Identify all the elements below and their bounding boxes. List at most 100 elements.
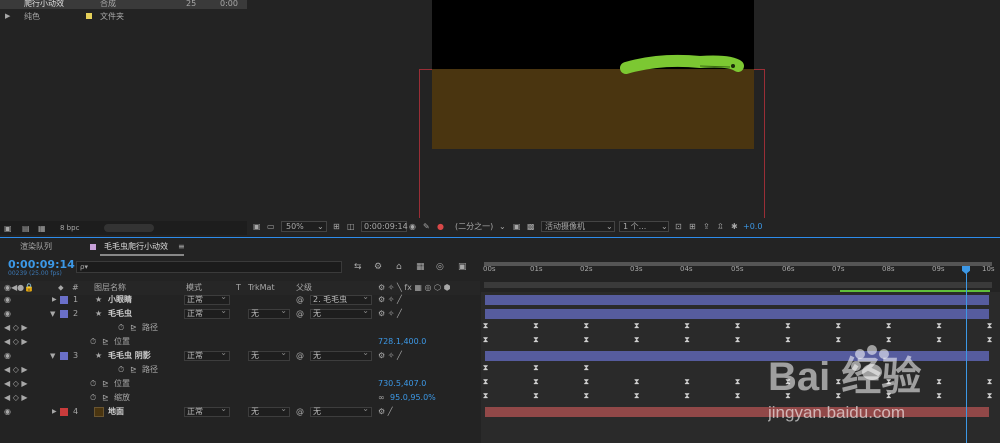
label-color[interactable]	[60, 408, 68, 416]
scale-value[interactable]: 95.0,95.0%	[390, 393, 436, 403]
mask-visibility-icon[interactable]: ◫	[347, 221, 355, 232]
parent-select[interactable]: 2. 毛毛虫	[310, 293, 372, 305]
tab-render-queue[interactable]: 渲染队列	[20, 241, 52, 253]
transparency-grid-icon[interactable]: ▩	[527, 221, 535, 232]
keyframe-nav-icon[interactable]: ◀ ◇ ▶	[4, 379, 28, 389]
interpret-footage-icon[interactable]: ▣	[4, 224, 12, 233]
always-preview-icon[interactable]: ▣	[253, 221, 261, 232]
property-row-position[interactable]: ◀ ◇ ▶ ⏱ ⊵ 位置 730.5,407.0	[0, 377, 480, 391]
keyframe-icon[interactable]: ⧗	[633, 378, 640, 386]
timeline-icon[interactable]: ⊞	[689, 221, 696, 232]
keyframe-nav-icon[interactable]: ◀ ◇ ▶	[4, 337, 28, 347]
keyframe-icon[interactable]: ⧗	[532, 322, 539, 330]
keyframe-icon[interactable]: ⧗	[482, 336, 489, 344]
pickwhip-icon[interactable]: @	[296, 309, 304, 319]
keyframe-icon[interactable]: ⧗	[482, 378, 489, 386]
fast-preview-icon[interactable]: ⊡	[675, 221, 682, 232]
property-row-path[interactable]: ◀ ◇ ▶ ⏱ ⊵ 路径	[0, 321, 480, 335]
expand-arrow-icon[interactable]: ▶	[52, 407, 57, 417]
keyframe-icon[interactable]: ⧗	[684, 322, 691, 330]
stopwatch-icon[interactable]: ⏱	[118, 365, 124, 375]
property-row-scale[interactable]: ◀ ◇ ▶ ⏱ ⊵ 缩放 ∞ 95.0,95.0%	[0, 391, 480, 405]
layer-row-3[interactable]: ◉ ▼ 3 ★ 毛毛虫 阴影 正常 无 @ 无 ⚙ ✧ ╱	[0, 349, 480, 363]
collapse-arrow-icon[interactable]: ▼	[50, 309, 55, 319]
property-row-position[interactable]: ◀ ◇ ▶ ⏱ ⊵ 位置 728.1,400.0	[0, 335, 480, 349]
color-channel-icon[interactable]: ●	[437, 221, 444, 232]
label-color[interactable]	[60, 310, 68, 318]
keyframe-icon[interactable]: ⧗	[532, 392, 539, 400]
trkmat-select[interactable]: 无	[248, 349, 290, 361]
label-color[interactable]	[60, 352, 68, 360]
layer-bar-1[interactable]	[485, 295, 989, 305]
exposure-icon[interactable]: ✱	[731, 221, 738, 232]
layer-name[interactable]: 小眼睛	[108, 295, 132, 305]
trkmat-select[interactable]: 无	[248, 405, 290, 417]
pickwhip-icon[interactable]: @	[296, 351, 304, 361]
comp-mini-flowchart-icon[interactable]: ⇆	[354, 262, 362, 272]
keyframe-icon[interactable]: ⧗	[633, 392, 640, 400]
monitor-icon[interactable]: ▭	[267, 221, 275, 232]
keyframe-icon[interactable]: ⧗	[482, 322, 489, 330]
layer-name-header[interactable]: 图层名称	[94, 283, 126, 293]
mode-select[interactable]: 正常	[184, 405, 230, 417]
pickwhip-icon[interactable]: @	[296, 407, 304, 417]
position-value[interactable]: 730.5,407.0	[378, 379, 426, 389]
resolution-select[interactable]: (二分之一)	[455, 221, 493, 232]
expand-arrow-icon[interactable]: ▶	[5, 11, 10, 22]
new-comp-icon[interactable]: ▦	[38, 224, 46, 233]
region-of-interest-icon[interactable]: ▣	[513, 221, 521, 232]
draft-3d-icon[interactable]: ⚙	[374, 262, 382, 272]
layer-bar-2[interactable]	[485, 309, 989, 319]
layer-name[interactable]: 地面	[108, 407, 124, 417]
keyframe-icon[interactable]: ⧗	[835, 322, 842, 330]
keyframe-icon[interactable]: ⧗	[532, 378, 539, 386]
expand-arrow-icon[interactable]: ▶	[52, 295, 57, 305]
pickwhip-icon[interactable]: @	[296, 295, 304, 305]
keyframe-nav-icon[interactable]: ◀ ◇ ▶	[4, 365, 28, 375]
keyframe-icon[interactable]: ⧗	[684, 336, 691, 344]
shy-icon[interactable]: ⌂	[396, 262, 402, 272]
eye-icon[interactable]: ◉	[4, 407, 11, 417]
layer-switches-icon[interactable]: ⚙ ╱	[378, 407, 393, 417]
keyframe-icon[interactable]: ⧗	[633, 336, 640, 344]
keyframe-icon[interactable]: ⧗	[532, 336, 539, 344]
layer-search-input[interactable]: ρ▾	[76, 261, 342, 273]
keyframe-icon[interactable]: ⧗	[583, 336, 590, 344]
safe-zones-icon[interactable]: ⊞	[333, 221, 340, 232]
keyframe-icon[interactable]: ⧗	[684, 378, 691, 386]
layer-name[interactable]: 毛毛虫	[108, 309, 132, 319]
keyframe-icon[interactable]: ⧗	[784, 322, 791, 330]
mode-select[interactable]: 正常	[184, 349, 230, 361]
keyframe-icon[interactable]: ⧗	[734, 378, 741, 386]
graph-editor-icon[interactable]: ▣	[458, 262, 467, 272]
property-row-path[interactable]: ◀ ◇ ▶ ⏱ ⊵ 路径	[0, 363, 480, 377]
eye-icon[interactable]: ◉	[4, 309, 11, 319]
keyframe-icon[interactable]: ⧗	[583, 322, 590, 330]
layer-switches-icon[interactable]: ⚙ ✧ ╱	[378, 351, 402, 361]
tab-comp[interactable]: 毛毛虫爬行小动效	[104, 241, 168, 253]
keyframe-icon[interactable]: ⧗	[986, 322, 993, 330]
reset-exposure-icon[interactable]: ⇫	[717, 221, 724, 232]
stopwatch-icon[interactable]: ⏱	[90, 393, 96, 403]
keyframe-icon[interactable]: ⧗	[684, 392, 691, 400]
snapshot-icon[interactable]: ◉	[409, 221, 416, 232]
exposure-value[interactable]: +0.0	[743, 221, 762, 232]
keyframe-icon[interactable]: ⧗	[532, 364, 539, 372]
keyframe-nav-icon[interactable]: ◀ ◇ ▶	[4, 393, 28, 403]
flowchart-icon[interactable]: ⇪	[703, 221, 710, 232]
keyframe-icon[interactable]: ⧗	[583, 392, 590, 400]
tab-menu-icon[interactable]: ≡	[178, 241, 185, 253]
keyframe-icon[interactable]: ⧗	[583, 378, 590, 386]
label-color[interactable]	[60, 296, 68, 304]
keyframe-icon[interactable]: ⧗	[583, 364, 590, 372]
thumbnail-slider[interactable]	[104, 224, 154, 232]
stopwatch-icon[interactable]: ⏱	[90, 337, 96, 347]
keyframe-icon[interactable]: ⧗	[482, 364, 489, 372]
layer-row-1[interactable]: ◉ ▶ 1 ★ 小眼睛 正常 @ 2. 毛毛虫 ⚙ ✧ ╱	[0, 293, 480, 307]
parent-select[interactable]: 无	[310, 307, 372, 319]
stopwatch-icon[interactable]: ⏱	[90, 379, 96, 389]
bpc-label[interactable]: 8 bpc	[60, 224, 79, 232]
mode-select[interactable]: 正常	[184, 293, 230, 305]
project-item-folder[interactable]: ▶ 纯色 文件夹	[0, 11, 247, 22]
parent-select[interactable]: 无	[310, 405, 372, 417]
